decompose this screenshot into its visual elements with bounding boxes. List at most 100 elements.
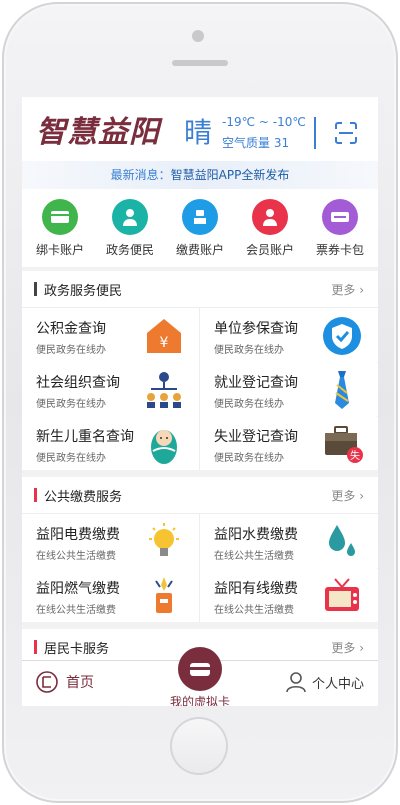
bottom-nav: 首页 我的虚拟卡 个人中心	[22, 647, 378, 706]
quick-label: 政务便民	[105, 243, 154, 257]
person-icon	[286, 672, 306, 693]
quick-bind-card[interactable]: 绑卡账户	[28, 199, 92, 258]
bulb-icon	[149, 523, 179, 556]
news-prefix: 最新消息：	[110, 168, 171, 182]
temperature-range: -19℃ ~ -10℃	[222, 115, 306, 129]
front-camera	[192, 30, 204, 42]
app-screen: 智慧益阳 晴 -19℃ ~ -10℃ 空气质量 31 最新消息：智慧益阳APP全…	[22, 97, 378, 706]
quick-label: 票券卡包	[315, 243, 364, 257]
gas-icon	[155, 577, 173, 613]
service-title: 公积金查询	[36, 321, 106, 337]
service-employment[interactable]: 就业登记查询 便民政务在线办	[200, 362, 377, 416]
water-drop-icon	[329, 525, 355, 556]
section-gov-service: 政务服务便民 更多 › 公积金查询 便民政务在线办 ¥ 单位参保查询 便民政务在…	[22, 271, 378, 470]
more-link[interactable]: 更多 ›	[331, 639, 364, 656]
tie-icon	[335, 371, 349, 409]
service-subtitle: 便民政务在线办	[36, 399, 106, 410]
service-grid: 公积金查询 便民政务在线办 ¥ 单位参保查询 便民政务在线办 社会组织查询 便民…	[22, 308, 378, 470]
chevron-right-icon: ›	[359, 489, 364, 503]
wallet-icon	[178, 647, 222, 691]
service-subtitle: 在线公共生活缴费	[36, 551, 116, 562]
service-title: 单位参保查询	[214, 321, 298, 337]
section-title: 政务服务便民	[44, 284, 123, 299]
app-header: 智慧益阳 晴 -19℃ ~ -10℃ 空气质量 31	[22, 97, 378, 161]
service-title: 就业登记查询	[214, 375, 298, 391]
section-public-payment: 公共缴费服务 更多 › 益阳电费缴费 在线公共生活缴费 益阳水费缴费 在线公共生…	[22, 477, 378, 622]
service-subtitle: 在线公共生活缴费	[36, 605, 116, 616]
service-electricity[interactable]: 益阳电费缴费 在线公共生活缴费	[22, 514, 199, 568]
app-logo: 智慧益阳	[36, 115, 160, 150]
officer-icon	[112, 199, 148, 235]
quick-gov-service[interactable]: 政务便民	[98, 199, 162, 258]
nav-home[interactable]: 首页	[36, 671, 94, 693]
quick-member-account[interactable]: 会员账户	[238, 199, 302, 258]
service-newborn-name[interactable]: 新生儿重名查询 便民政务在线办	[22, 416, 199, 470]
scan-icon[interactable]	[334, 121, 358, 145]
service-subtitle: 便民政务在线办	[36, 453, 106, 464]
service-water[interactable]: 益阳水费缴费 在线公共生活缴费	[200, 514, 377, 568]
shield-icon	[323, 317, 361, 355]
service-subtitle: 便民政务在线办	[214, 453, 284, 464]
service-title: 益阳电费缴费	[36, 527, 120, 543]
service-housing-fund[interactable]: 公积金查询 便民政务在线办 ¥	[22, 308, 199, 362]
more-label: 更多	[331, 489, 356, 503]
news-banner[interactable]: 最新消息：智慧益阳APP全新发布	[22, 161, 378, 189]
section-header: 公共缴费服务 更多 ›	[22, 477, 378, 514]
baby-icon	[151, 430, 177, 464]
more-label: 更多	[331, 283, 356, 297]
nav-user-center[interactable]: 个人中心	[286, 671, 364, 693]
quick-label: 会员账户	[245, 243, 294, 257]
service-subtitle: 便民政务在线办	[214, 399, 284, 410]
nav-card-label: 我的虚拟卡	[169, 695, 230, 706]
more-link[interactable]: 更多 ›	[331, 281, 364, 298]
service-grid: 益阳电费缴费 在线公共生活缴费 益阳水费缴费 在线公共生活缴费 益阳燃气缴费 在…	[22, 514, 378, 622]
org-chart-icon	[147, 372, 181, 408]
section-title: 居民卡服务	[44, 642, 110, 657]
chevron-right-icon: ›	[359, 283, 364, 297]
service-subtitle: 便民政务在线办	[214, 345, 284, 356]
service-title: 社会组织查询	[36, 375, 120, 391]
tv-icon	[325, 578, 359, 611]
svg-text:¥: ¥	[160, 335, 169, 351]
section-title: 公共缴费服务	[44, 490, 123, 505]
section-marker	[34, 488, 37, 502]
house-fund-icon: ¥	[147, 319, 181, 353]
weather-status: 晴	[184, 116, 213, 149]
air-quality: 空气质量 31	[222, 136, 290, 150]
service-social-org[interactable]: 社会组织查询 便民政务在线办	[22, 362, 199, 416]
nav-home-label: 首页	[66, 675, 94, 691]
quick-ticket-wallet[interactable]: 票券卡包	[308, 199, 372, 258]
section-marker	[34, 282, 37, 296]
service-gas[interactable]: 益阳燃气缴费 在线公共生活缴费	[22, 568, 199, 622]
quick-label: 缴费账户	[175, 243, 224, 257]
service-cable-tv[interactable]: 益阳有线缴费 在线公共生活缴费	[200, 568, 377, 622]
service-title: 益阳有线缴费	[214, 581, 298, 597]
chevron-right-icon: ›	[359, 641, 364, 655]
service-title: 益阳燃气缴费	[36, 581, 120, 597]
quick-payment-account[interactable]: 缴费账户	[168, 199, 232, 258]
member-icon	[252, 199, 288, 235]
section-header: 政务服务便民 更多 ›	[22, 271, 378, 308]
service-unemployment[interactable]: 失业登记查询 便民政务在线办 失	[200, 416, 377, 470]
home-button[interactable]	[170, 717, 228, 775]
section-marker	[34, 640, 37, 654]
service-title: 益阳水费缴费	[214, 527, 298, 543]
service-subtitle: 便民政务在线办	[36, 345, 106, 356]
phone-frame: 智慧益阳 晴 -19℃ ~ -10℃ 空气质量 31 最新消息：智慧益阳APP全…	[0, 0, 400, 805]
more-link[interactable]: 更多 ›	[331, 487, 364, 504]
nav-user-label: 个人中心	[311, 676, 364, 692]
briefcase-icon: 失	[325, 426, 363, 463]
service-subtitle: 在线公共生活缴费	[214, 551, 294, 562]
more-label: 更多	[331, 641, 356, 655]
header-divider	[314, 117, 316, 149]
nav-virtual-card[interactable]: 我的虚拟卡	[159, 647, 241, 706]
home-icon	[36, 671, 58, 693]
service-subtitle: 在线公共生活缴费	[214, 605, 294, 616]
service-unit-insurance[interactable]: 单位参保查询 便民政务在线办	[200, 308, 377, 362]
news-text: 智慧益阳APP全新发布	[170, 168, 290, 182]
service-title: 失业登记查询	[214, 429, 298, 445]
ticket-icon	[322, 199, 358, 235]
payment-hand-icon	[182, 199, 218, 235]
card-icon	[42, 199, 78, 235]
quick-label: 绑卡账户	[35, 243, 84, 257]
